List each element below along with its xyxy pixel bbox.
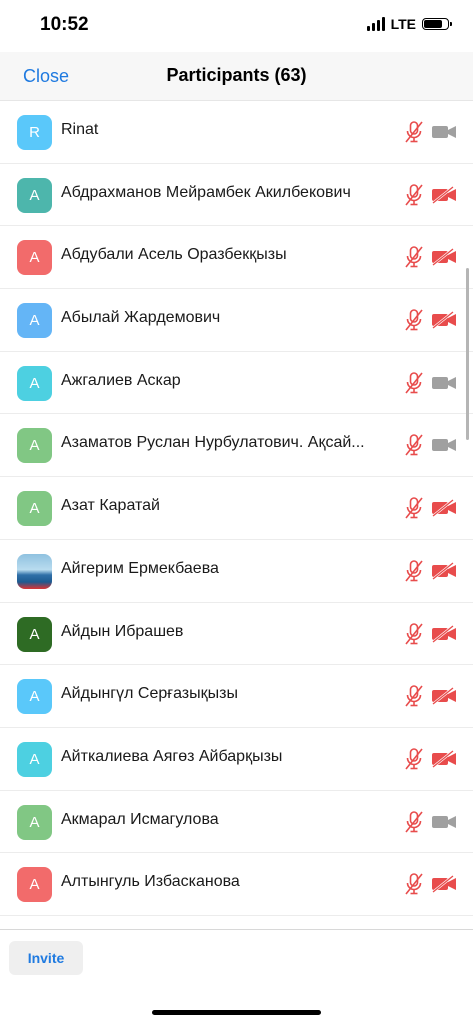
camera-icon[interactable] [431, 374, 457, 392]
avatar: А [17, 365, 52, 401]
camera-icon[interactable] [431, 813, 457, 831]
camera-icon[interactable] [431, 123, 457, 141]
participant-row[interactable]: Айгерим Ермекбаева [0, 540, 473, 603]
participant-name: Акмарал Исмагулова [61, 810, 219, 828]
status-bar: 10:52 LTE [0, 0, 473, 52]
participant-row[interactable]: А Ажгалиев Аскар [0, 352, 473, 415]
microphone-muted-icon[interactable] [403, 684, 425, 708]
page-title: Participants (63) [166, 65, 307, 85]
microphone-muted-icon[interactable] [403, 559, 425, 583]
camera-off-icon[interactable] [431, 687, 457, 706]
participant-name: Ажгалиев Аскар [61, 371, 181, 389]
participant-name: Абылай Жардемович [61, 309, 221, 327]
avatar: А [17, 240, 52, 276]
avatar: А [17, 804, 52, 840]
participant-row[interactable]: А Абдубали Асель Оразбекқызы [0, 226, 473, 290]
camera-icon[interactable] [431, 436, 457, 454]
participant-name: Айгерим Ермекбаева [61, 559, 219, 577]
microphone-muted-icon[interactable] [403, 810, 425, 834]
battery-level [424, 20, 442, 28]
home-indicator[interactable] [152, 1010, 321, 1015]
microphone-muted-icon[interactable] [403, 371, 425, 395]
participant-row[interactable]: А Айдынгүл Серғазықызы [0, 665, 473, 728]
microphone-muted-icon[interactable] [403, 120, 425, 144]
scrollbar[interactable] [466, 268, 469, 440]
camera-off-icon[interactable] [431, 185, 457, 204]
microphone-muted-icon[interactable] [403, 245, 425, 269]
participant-row[interactable]: А Алтынгуль Избасканова [0, 853, 473, 916]
participant-name: Абдубали Асель Оразбекқызы [61, 246, 287, 264]
status-indicators: LTE [366, 16, 452, 32]
participant-row[interactable]: А Акмарал Исмагулова [0, 791, 473, 854]
participant-row[interactable]: А Азаматов Руслан Нурбулатович. Ақсай... [0, 414, 473, 478]
participant-name: Абдрахманов Мейрамбек Акилбекович [61, 183, 351, 201]
participant-row[interactable]: R Rinat [0, 101, 473, 164]
participant-name: Азаматов Руслан Нурбулатович. Ақсай... [61, 434, 365, 452]
participant-name: Азат Каратай [61, 497, 160, 515]
participant-name: Айдынгүл Серғазықызы [61, 685, 238, 703]
battery-icon [422, 18, 452, 30]
signal-strength-icon [366, 17, 385, 31]
microphone-muted-icon[interactable] [403, 433, 425, 457]
avatar [17, 553, 52, 589]
camera-off-icon[interactable] [431, 875, 457, 894]
camera-off-icon[interactable] [431, 499, 457, 518]
camera-off-icon[interactable] [431, 311, 457, 330]
navigation-bar: Close Participants (63) [0, 52, 473, 100]
microphone-muted-icon[interactable] [403, 872, 425, 896]
avatar: А [17, 616, 52, 652]
participant-list[interactable]: R Rinat А Абдрахманов Мейрамбек Акилбекович… [0, 100, 473, 930]
network-type: LTE [390, 16, 416, 32]
status-time: 10:52 [40, 14, 89, 35]
camera-off-icon[interactable] [431, 749, 457, 768]
microphone-muted-icon[interactable] [403, 308, 425, 332]
avatar: А [17, 679, 52, 715]
microphone-muted-icon[interactable] [403, 496, 425, 520]
avatar: А [17, 177, 52, 213]
microphone-muted-icon[interactable] [403, 747, 425, 771]
participant-name: Rinat [61, 121, 99, 138]
avatar: А [17, 867, 52, 903]
avatar: А [17, 491, 52, 527]
participant-row[interactable]: А Айткалиева Аягөз Айбарқызы [0, 728, 473, 791]
camera-off-icon[interactable] [431, 624, 457, 643]
avatar: R [17, 115, 52, 150]
participant-row[interactable]: А Абдрахманов Мейрамбек Акилбекович [0, 164, 473, 227]
participant-row[interactable]: А Айдын Ибрашев [0, 603, 473, 666]
avatar: А [17, 303, 52, 339]
invite-button[interactable]: Invite [9, 941, 83, 975]
participant-name: Айдын Ибрашев [61, 622, 184, 640]
participant-name: Айткалиева Аягөз Айбарқызы [61, 747, 283, 765]
microphone-muted-icon[interactable] [403, 622, 425, 646]
camera-off-icon[interactable] [431, 248, 457, 267]
participant-name: Алтынгуль Избасканова [61, 873, 240, 891]
participant-row[interactable]: А Абылай Жардемович [0, 289, 473, 352]
avatar: А [17, 428, 52, 464]
avatar: А [17, 741, 52, 777]
microphone-muted-icon[interactable] [403, 183, 425, 207]
bottom-toolbar: Invite [0, 929, 473, 1025]
camera-off-icon[interactable] [431, 561, 457, 580]
participant-row[interactable]: А Азат Каратай [0, 477, 473, 540]
